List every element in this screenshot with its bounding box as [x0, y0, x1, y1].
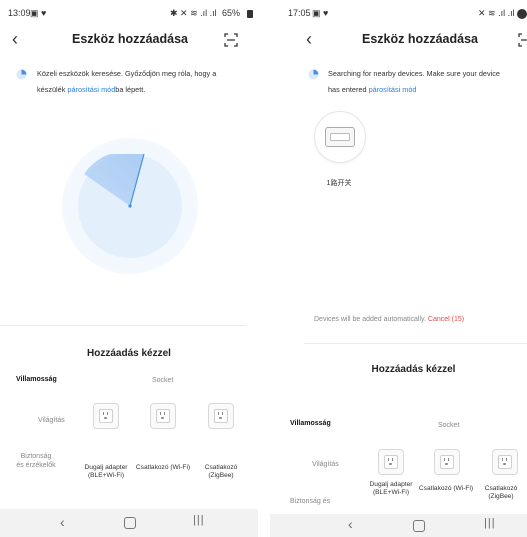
info-line-2: készülék párosítási módba lépett. [37, 82, 255, 98]
device-tile-plug-adapter[interactable] [93, 403, 119, 429]
device-label-socket-zigbee: Csatlakozó (ZigBee) [484, 485, 518, 500]
device-tile-socket-wifi[interactable] [434, 449, 460, 475]
socket-icon [498, 455, 512, 469]
status-time: 13:09 [8, 8, 31, 18]
auto-add-message: Devices will be added automatically. Can… [314, 316, 464, 323]
system-back-icon[interactable]: ‹ [60, 514, 65, 530]
device-label-plug-adapter: Dugalj adapter (BLE+Wi-Fi) [84, 464, 128, 479]
back-arrow-icon[interactable]: ‹ [12, 30, 18, 48]
manual-add-title: Hozzáadás kézzel [87, 348, 171, 359]
found-device-card[interactable] [314, 111, 366, 163]
recents-icon[interactable]: ||| [484, 517, 496, 529]
category-security-sensors[interactable]: Biztonság és [290, 498, 330, 505]
page-title: Eszköz hozzáadása [71, 32, 188, 46]
category-electrical[interactable]: Villamosság [16, 376, 57, 383]
pairing-mode-link[interactable]: párosítási mód [369, 85, 417, 94]
device-tile-socket-zigbee[interactable] [492, 449, 518, 475]
section-divider [304, 343, 527, 344]
cancel-link[interactable]: Cancel (15) [428, 316, 464, 323]
socket-icon [99, 409, 113, 423]
search-info-text: Searching for nearby devices. Make sure … [328, 66, 527, 98]
category-electrical[interactable]: Villamosság [290, 420, 331, 427]
status-signal-icons: ✕ ≋ .ıl .ıl [478, 8, 515, 18]
section-divider [0, 325, 246, 326]
radar-sweep [84, 154, 145, 208]
category-lighting[interactable]: Világítás [312, 461, 339, 468]
status-battery-text: 65% [222, 8, 241, 18]
search-info-text: Közeli eszközök keresése. Győződjön meg … [37, 66, 255, 98]
socket-icon [156, 409, 170, 423]
manual-add-title: Hozzáadás kézzel [371, 364, 456, 375]
recents-icon[interactable]: ||| [193, 514, 205, 526]
switch-device-icon [325, 127, 355, 147]
auto-add-text: Devices will be added automatically. [314, 316, 426, 323]
info-line-2-prefix: has entered [328, 85, 369, 94]
info-line-2-suffix: ba lépett. [115, 85, 146, 94]
category-lighting[interactable]: Világítás [38, 417, 65, 424]
scan-icon[interactable] [224, 33, 238, 47]
status-time: 17:05 [288, 8, 311, 18]
socket-icon [214, 409, 228, 423]
socket-icon [440, 455, 454, 469]
info-line-2-prefix: készülék [37, 85, 68, 94]
right-screen: 17:05 ▣ ♥ ✕ ≋ .ıl .ıl ‹ Eszköz hozzáadás… [270, 0, 527, 537]
battery-icon [517, 9, 527, 19]
info-line-2: has entered párosítási mód [328, 82, 527, 98]
battery-icon [247, 10, 253, 18]
device-label-socket-zigbee: Csatlakozó (ZigBee) [204, 464, 238, 479]
searching-icon [16, 69, 27, 80]
home-icon[interactable] [124, 517, 136, 529]
device-label-socket-wifi: Csatlakozó (Wi-Fi) [418, 485, 474, 492]
back-arrow-icon[interactable]: ‹ [306, 30, 312, 48]
socket-icon [384, 455, 398, 469]
home-icon[interactable] [413, 520, 425, 532]
category-security-sensors[interactable]: Biztonság és érzékelők [16, 452, 56, 470]
device-label-socket-wifi: Csatlakozó (Wi-Fi) [135, 464, 191, 471]
status-notification-icons: ▣ ♥ [30, 8, 47, 18]
device-tile-socket-wifi[interactable] [150, 403, 176, 429]
subcategory-socket: Socket [152, 377, 174, 384]
page-title: Eszköz hozzáadása [361, 32, 478, 46]
status-signal-icons: ✱ ✕ ≋ .ıl .ıl [170, 8, 217, 18]
device-tile-plug-adapter[interactable] [378, 449, 404, 475]
left-screen: 13:09 ▣ ♥ ✱ ✕ ≋ .ıl .ıl 65% ‹ Eszköz hoz… [0, 0, 258, 537]
info-line-1: Searching for nearby devices. Make sure … [328, 69, 500, 78]
status-notification-icons: ▣ ♥ [312, 8, 329, 18]
found-device-name: 1路开关 [326, 180, 352, 187]
device-tile-socket-zigbee[interactable] [208, 403, 234, 429]
searching-icon [308, 69, 319, 80]
system-back-icon[interactable]: ‹ [348, 516, 353, 532]
pairing-mode-link[interactable]: párosítási mód [67, 85, 115, 94]
info-line-1: Közeli eszközök keresése. Győződjön meg … [37, 69, 217, 78]
subcategory-socket: Socket [438, 422, 460, 429]
scan-icon[interactable] [518, 33, 527, 47]
device-label-plug-adapter: Dugalj adapter (BLE+Wi-Fi) [369, 481, 413, 496]
switch-button-icon [330, 133, 350, 141]
